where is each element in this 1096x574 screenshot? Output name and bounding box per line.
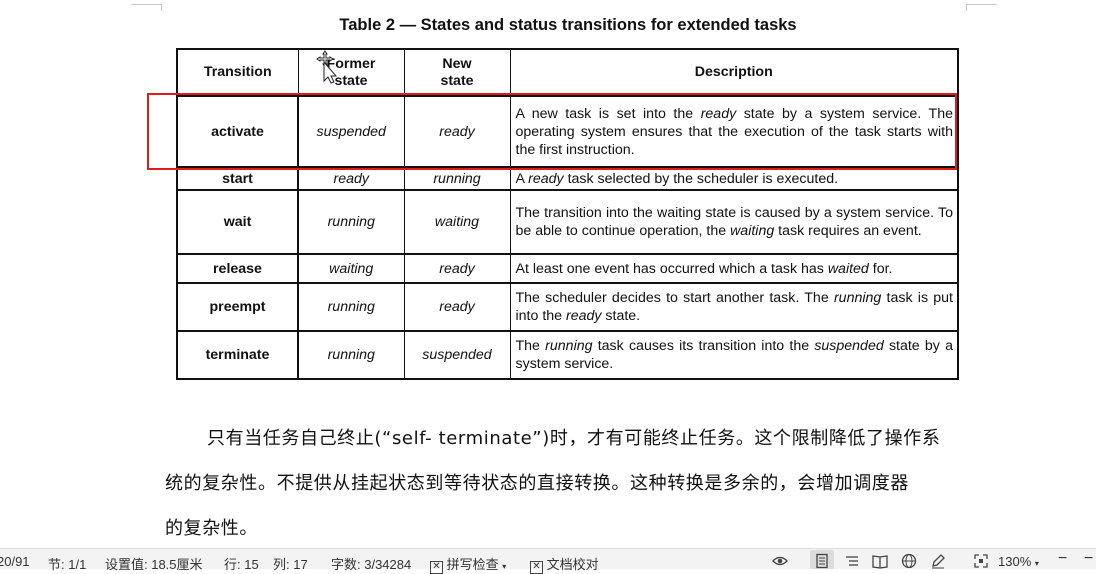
italic-term: waited <box>827 260 869 277</box>
cell-transition: terminate <box>176 330 299 380</box>
header-new-line2: state <box>440 72 474 89</box>
cell-description: The running task causes its transition i… <box>509 330 959 380</box>
desc-text: task selected by the scheduler is execut… <box>563 170 839 187</box>
spellcheck-button[interactable]: ✕ 拼写检查 ▾ <box>430 554 506 574</box>
web-view-icon[interactable] <box>901 553 917 569</box>
desc-text: A <box>515 170 529 187</box>
cell-transition: preempt <box>176 282 299 332</box>
cell-new-state: ready <box>403 253 511 284</box>
status-col: 列: 17 <box>273 557 308 572</box>
status-wordcount[interactable]: 字数: 3/34284 <box>331 554 411 573</box>
cell-former-state: running <box>297 330 405 380</box>
cell-new-state: running <box>403 166 511 191</box>
cell-former-state: ready <box>297 166 405 191</box>
status-page[interactable]: 20/91 <box>0 554 30 569</box>
cell-description: The transition into the waiting state is… <box>509 189 959 255</box>
cell-description: A ready task selected by the scheduler i… <box>509 166 959 191</box>
paragraph-line-2: 统的复杂性。不提供从挂起状态到等待状态的直接转换。这种转换是多余的，会增加调度器 <box>165 473 909 494</box>
zoom-slider-icon[interactable]: − <box>1084 550 1093 568</box>
header-description: Description <box>509 48 959 97</box>
move-cursor-icon <box>316 50 338 84</box>
status-row: 行: 15 <box>224 557 259 572</box>
status-section: 节: 1/1 <box>48 557 87 572</box>
zoom-out-icon[interactable]: − <box>1058 550 1067 568</box>
italic-term: waiting <box>730 223 775 239</box>
italic-term: ready <box>565 308 602 324</box>
header-new-state: New state <box>403 48 511 97</box>
cell-description: The scheduler decides to start another t… <box>509 282 959 332</box>
eye-icon[interactable] <box>772 553 788 569</box>
page-corner-left <box>131 4 162 11</box>
spellcheck-label: 拼写检查 <box>446 557 499 572</box>
cell-description: At least one event has occurred which a … <box>509 253 959 284</box>
cell-transition: release <box>176 253 299 284</box>
outline-view-icon[interactable] <box>844 553 860 569</box>
header-new-line1: New <box>442 55 472 72</box>
table-header-row: Transition Former state New state Descri… <box>176 48 959 97</box>
cell-new-state: waiting <box>403 189 511 255</box>
red-highlight-box <box>147 93 957 170</box>
cell-former-state: running <box>297 282 405 332</box>
fit-page-icon[interactable] <box>973 553 989 569</box>
cell-transition: wait <box>176 189 299 255</box>
desc-text: At least one event has occurred which a … <box>515 260 828 277</box>
table-title: Table 2 — States and status transitions … <box>339 16 797 34</box>
cell-former-state: running <box>297 189 405 255</box>
zoom-value: 130% <box>998 554 1032 569</box>
desc-text: task causes its transition into the <box>592 338 815 354</box>
italic-term: ready <box>528 170 564 187</box>
cell-new-state: ready <box>403 282 511 332</box>
cell-new-state: suspended <box>403 330 511 380</box>
desc-text: state. <box>601 308 641 324</box>
italic-term: suspended <box>814 338 884 354</box>
table-row: start ready running A ready task selecte… <box>176 166 959 191</box>
desc-text: The scheduler decides to start another t… <box>515 290 834 306</box>
table-row: preempt running ready The scheduler deci… <box>176 282 959 332</box>
header-transition: Transition <box>176 48 299 97</box>
page-view-icon <box>816 553 828 569</box>
page-view-button[interactable] <box>810 550 834 569</box>
table-row: wait running waiting The transition into… <box>176 189 959 255</box>
pen-icon[interactable] <box>930 553 946 569</box>
doccheck-button[interactable]: ✕ 文档校对 <box>530 554 599 574</box>
status-bar: 20/91 节: 1/1 设置值: 18.5厘米 行: 15 列: 17 字数:… <box>0 548 1096 574</box>
page-corner-right <box>966 4 997 11</box>
italic-term: running <box>833 290 882 306</box>
doccheck-label: 文档校对 <box>546 557 599 572</box>
paragraph-line-1: 只有当任务自己终止(“self- terminate”)时，才有可能终止任务。这… <box>207 428 941 449</box>
chevron-down-icon: ▾ <box>502 562 507 571</box>
table-row: terminate running suspended The running … <box>176 330 959 380</box>
header-former-state: Former state <box>297 48 405 97</box>
desc-text: The <box>515 338 546 354</box>
table-row: release waiting ready At least one event… <box>176 253 959 284</box>
desc-text: task requires an event. <box>774 223 922 239</box>
desc-text: for. <box>868 260 893 277</box>
status-setting: 设置值: 18.5厘米 <box>105 557 203 572</box>
cell-transition: start <box>176 166 299 191</box>
italic-term: running <box>545 338 593 354</box>
cell-former-state: waiting <box>297 253 405 284</box>
paragraph-line-3: 的复杂性。 <box>165 518 258 539</box>
chevron-down-icon: ▾ <box>1034 559 1039 568</box>
zoom-level[interactable]: 130% ▾ <box>998 554 1039 569</box>
book-view-icon[interactable] <box>872 553 888 569</box>
